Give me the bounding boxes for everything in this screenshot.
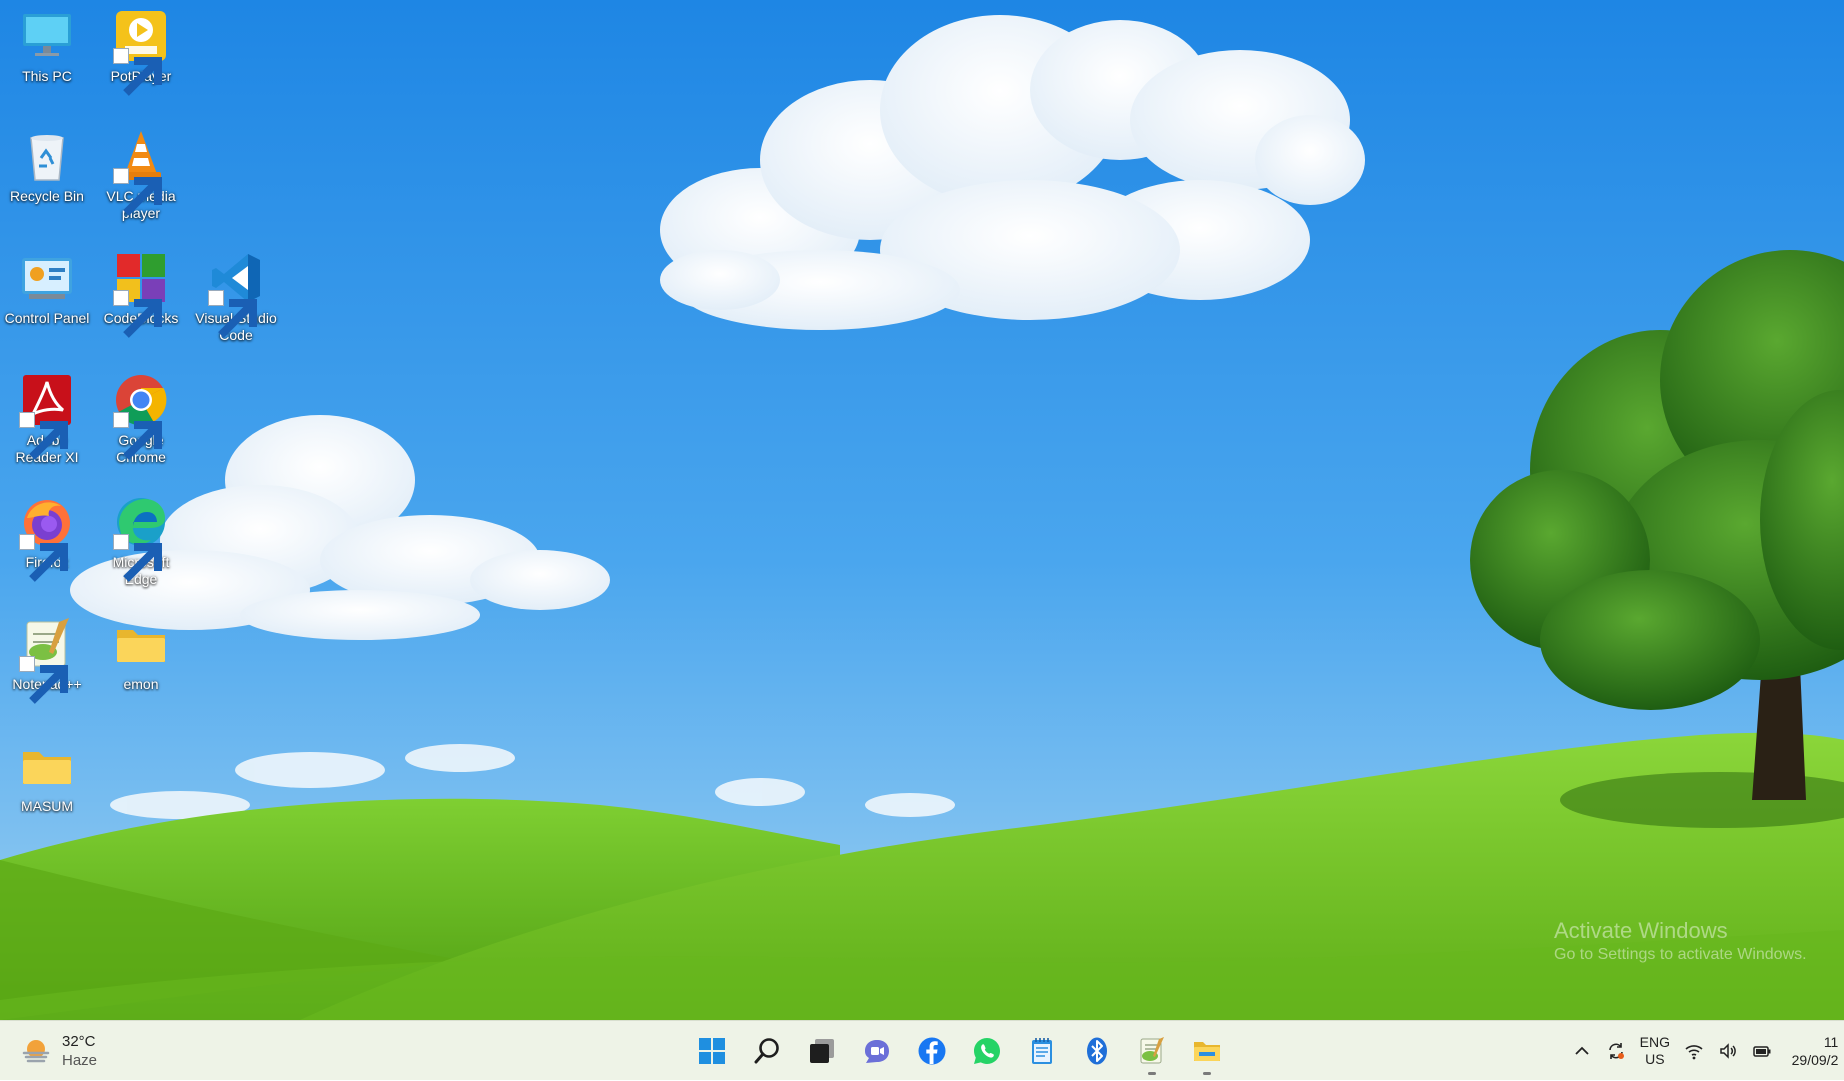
battery-button[interactable]: [1752, 1041, 1772, 1061]
teams-chat-icon: [865, 1040, 889, 1063]
weather-condition: Haze: [62, 1052, 98, 1069]
chevron-up-icon: [1575, 1046, 1589, 1055]
activation-watermark: Activate Windows Go to Settings to activ…: [1554, 918, 1807, 966]
desktop-wallpaper: [0, 0, 1844, 1020]
notepad-button[interactable]: [1020, 1029, 1064, 1073]
whatsapp-button[interactable]: [965, 1029, 1009, 1073]
weather-haze-icon: [22, 1040, 50, 1063]
desktop-icon-potplayer[interactable]: PotPlayer: [96, 8, 186, 96]
file-explorer-button[interactable]: [1185, 1029, 1229, 1075]
weather-widget[interactable]: 32°C Haze: [20, 1031, 97, 1071]
sync-icon: [1608, 1043, 1624, 1059]
clock-date: 29/09/2: [1791, 1052, 1839, 1068]
battery-icon: [1753, 1046, 1771, 1057]
teams-chat-button[interactable]: [855, 1029, 899, 1073]
notepad-plus-plus-button[interactable]: [1130, 1029, 1174, 1075]
clock[interactable]: 11 29/09/2: [1786, 1033, 1844, 1069]
running-indicator: [1203, 1072, 1211, 1075]
running-indicator: [1148, 1072, 1156, 1075]
language-code: ENG: [1639, 1034, 1670, 1050]
desktop-icon-edge[interactable]: Microsoft Edge: [96, 494, 186, 588]
edge-icon: [113, 494, 169, 582]
desktop-icon-codeblocks[interactable]: CodeBlocks: [96, 250, 186, 338]
desktop-icon-label: MASUM: [20, 798, 74, 814]
desktop-icon-control-panel[interactable]: Control Panel: [2, 250, 92, 327]
folder-icon: [113, 616, 169, 672]
wifi-icon: [1685, 1045, 1703, 1060]
file-explorer-icon: [1194, 1042, 1220, 1061]
desktop-icon-recycle-bin[interactable]: Recycle Bin: [2, 128, 92, 205]
weather-temperature: 32°C: [62, 1033, 96, 1050]
task-view-button[interactable]: [800, 1029, 844, 1073]
language-region: US: [1645, 1051, 1665, 1067]
facebook-button[interactable]: [910, 1029, 954, 1073]
desktop-icon-firefox[interactable]: Firefox: [2, 494, 92, 582]
volume-button[interactable]: [1718, 1041, 1738, 1061]
language-indicator[interactable]: ENG US: [1640, 1034, 1670, 1068]
windows-start-icon: [699, 1038, 725, 1064]
watermark-subtitle: Go to Settings to activate Windows.: [1554, 946, 1807, 963]
bluetooth-button[interactable]: [1075, 1029, 1119, 1073]
desktop-icon-label: Control Panel: [4, 310, 90, 326]
show-hidden-icons-button[interactable]: [1572, 1041, 1592, 1061]
vscode-icon: [208, 250, 264, 338]
control-panel-icon: [19, 250, 75, 306]
watermark-title: Activate Windows: [1554, 918, 1728, 943]
chrome-icon: [113, 372, 169, 460]
system-tray: ENG US 11 29/09/2: [1565, 1021, 1844, 1081]
folder-icon: [19, 738, 75, 794]
whatsapp-icon: [974, 1038, 1000, 1064]
this-pc-icon: [19, 8, 75, 64]
notepad-plus-plus-icon: [19, 616, 75, 704]
shortcut-arrow-icon: [113, 290, 162, 338]
shortcut-arrow-icon: [113, 48, 162, 96]
shortcut-arrow-icon: [113, 534, 162, 582]
vlc-icon: [113, 128, 169, 216]
notepad-icon: [1032, 1038, 1052, 1064]
network-button[interactable]: [1684, 1041, 1704, 1061]
taskbar-apps: [690, 1029, 1229, 1075]
desktop-icon-vlc[interactable]: VLC media player: [96, 128, 186, 222]
start-button[interactable]: [690, 1029, 734, 1073]
desktop-icon-label: This PC: [22, 68, 72, 84]
desktop-icon-vscode[interactable]: Visual Studio Code: [191, 250, 281, 344]
search-icon: [754, 1038, 779, 1064]
recycle-bin-icon: [19, 128, 75, 184]
shortcut-arrow-icon: [19, 656, 68, 704]
desktop-icon-folder-masum[interactable]: MASUM: [2, 738, 92, 815]
clock-time: 11: [1823, 1034, 1839, 1050]
firefox-icon: [19, 494, 75, 582]
search-button[interactable]: [745, 1029, 789, 1073]
taskbar: 32°C Haze ENG US 11 29/09/2: [0, 1020, 1844, 1080]
adobe-reader-icon: [19, 372, 75, 460]
shortcut-arrow-icon: [113, 168, 162, 216]
desktop-icon-label: Recycle Bin: [10, 188, 84, 204]
desktop-icon-adobe-reader[interactable]: Adobe Reader XI: [2, 372, 92, 466]
notepad-plus-plus-icon: [1140, 1037, 1164, 1064]
desktop-icon-notepad-plus-plus[interactable]: Notepad++: [2, 616, 92, 704]
sync-status-button[interactable]: [1606, 1041, 1626, 1061]
desktop-icon-folder-emon[interactable]: emon: [96, 616, 186, 693]
task-view-icon: [810, 1039, 834, 1063]
bluetooth-icon: [1087, 1037, 1107, 1065]
desktop-icon-this-pc[interactable]: This PC: [2, 8, 92, 85]
codeblocks-icon: [113, 250, 169, 338]
desktop-icon-chrome[interactable]: Google Chrome: [96, 372, 186, 466]
shortcut-arrow-icon: [19, 412, 68, 460]
facebook-icon: [918, 1037, 946, 1065]
shortcut-arrow-icon: [19, 534, 68, 582]
shortcut-arrow-icon: [208, 290, 257, 338]
desktop-icon-label: emon: [123, 676, 159, 692]
shortcut-arrow-icon: [113, 412, 162, 460]
potplayer-icon: [113, 8, 169, 96]
volume-icon: [1720, 1043, 1736, 1059]
